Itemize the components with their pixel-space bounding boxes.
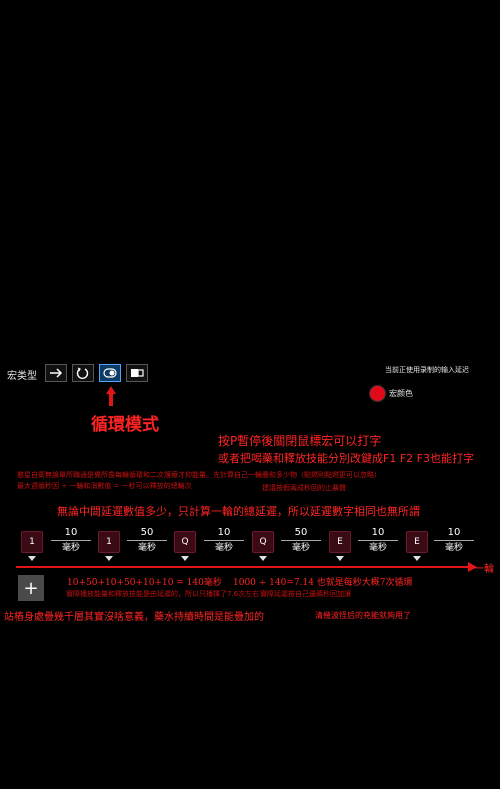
bottom-note-tail: 清幾波怪后的充能就夠用了 bbox=[315, 611, 411, 620]
macro-color-label: 宏颜色 bbox=[389, 389, 413, 398]
cycle-arrow-icon bbox=[16, 562, 477, 572]
key-step-5[interactable]: E bbox=[329, 531, 351, 553]
macro-color-swatch[interactable] bbox=[369, 385, 386, 402]
mode-repeat-button[interactable] bbox=[72, 364, 94, 382]
calc-small-a: 實際播放能量和釋放技能是由延遲的，所以只播揮了7.6次左右 bbox=[66, 590, 260, 598]
tiny-note-2b: 建議按假兩成秒回的止暴聲 bbox=[262, 484, 346, 492]
key-step-6[interactable]: E bbox=[406, 531, 428, 553]
big-red-note: 無論中間延遲數值多少，只計算一輪的總延遲，所以延遲數字相同也無所謂 bbox=[57, 505, 420, 518]
tiny-note-2a: 最大週循秒因 ÷ 一輪和消數值 = 一秒可以釋放的總輪次 bbox=[17, 482, 192, 490]
mode-toggle-button[interactable] bbox=[99, 364, 121, 382]
key-step-4[interactable]: Q bbox=[252, 531, 274, 553]
calc-small-b: 實際延遲按自己邊碼秒回加讓 bbox=[260, 590, 351, 598]
delay-step-1[interactable]: 10 毫秒 bbox=[51, 527, 91, 554]
repeat-icon bbox=[76, 367, 89, 379]
bottom-note: 站樁身處疊幾千層其實沒啥意義，藥水持續時間是能疊加的 bbox=[4, 612, 264, 623]
add-step-button[interactable]: + bbox=[18, 575, 44, 601]
calc-note-b: 1000 ÷ 140=7.14 也就是每秒大概7次循環 bbox=[233, 578, 413, 588]
calc-note-a: 10+50+10+50+10+10 = 140毫秒 bbox=[67, 578, 222, 588]
delay-step-2[interactable]: 50 毫秒 bbox=[127, 527, 167, 554]
arrow-right-icon bbox=[50, 368, 63, 378]
macro-type-label: 宏类型 bbox=[7, 371, 37, 382]
delay-step-4[interactable]: 50 毫秒 bbox=[281, 527, 321, 554]
mode-single-button[interactable] bbox=[45, 364, 67, 382]
key-step-2[interactable]: 1 bbox=[98, 531, 120, 553]
key-step-1[interactable]: 1 bbox=[21, 531, 43, 553]
cycle-label: 一輪 bbox=[474, 564, 494, 575]
toggle-icon bbox=[103, 368, 117, 378]
annotation-mode-text: 循環模式 bbox=[91, 415, 159, 435]
hold-icon bbox=[131, 369, 144, 377]
annotation-line-2: 或者把喝藥和釋放技能分別改鍵成F1 F2 F3也能打字 bbox=[218, 452, 474, 465]
annotation-line-1: 按P暫停後關閉鼠標宏可以打字 bbox=[218, 434, 382, 448]
annotation-arrow-up-icon bbox=[106, 386, 116, 406]
mode-hold-button[interactable] bbox=[126, 364, 148, 382]
input-delay-label: 当前正使用录制的输入延迟 bbox=[385, 366, 469, 374]
delay-step-5[interactable]: 10 毫秒 bbox=[358, 527, 398, 554]
tiny-note-1: 憨星自衛無論單所職通是覺所擔每輪循環和二次護療才抑能量。先計算自己一輪疊和多少物… bbox=[17, 471, 381, 479]
delay-step-6[interactable]: 10 毫秒 bbox=[434, 527, 474, 554]
key-step-3[interactable]: Q bbox=[174, 531, 196, 553]
delay-step-3[interactable]: 10 毫秒 bbox=[204, 527, 244, 554]
